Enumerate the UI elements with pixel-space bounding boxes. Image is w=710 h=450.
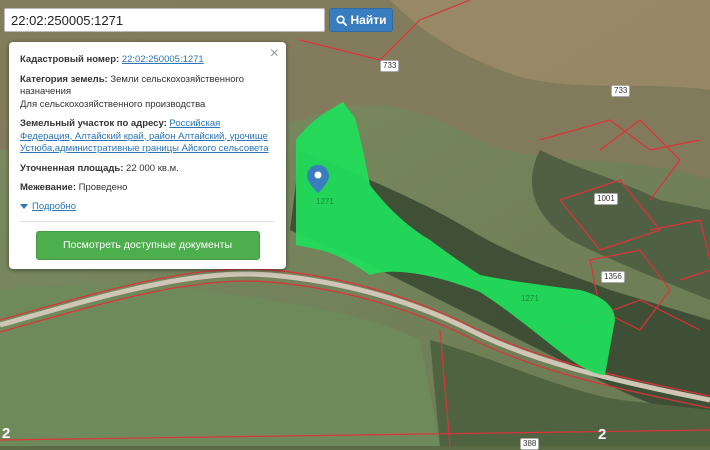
- neighbor-label: 1356: [601, 271, 625, 283]
- view-documents-button[interactable]: Посмотреть доступные документы: [35, 231, 260, 260]
- cadastral-row: Кадастровый номер: 22:02:250005:1271: [20, 54, 275, 67]
- area-label: Уточненная площадь:: [20, 162, 124, 174]
- neighbor-label: 388: [520, 438, 540, 450]
- area-value: 22 000 кв.м.: [126, 162, 179, 174]
- area-row: Уточненная площадь: 22 000 кв.м.: [20, 163, 275, 176]
- survey-value: Проведено: [78, 182, 128, 193]
- address-row: Земельный участок по адресу: Российская …: [20, 118, 275, 156]
- cadastral-label: Кадастровый номер:: [20, 54, 120, 65]
- more-details-link[interactable]: Подробно: [32, 201, 76, 214]
- edge-number: 2: [598, 426, 607, 443]
- search-input[interactable]: [4, 8, 325, 32]
- edge-number: 2: [2, 425, 11, 442]
- address-label: Земельный участок по адресу:: [20, 118, 167, 129]
- caret-down-icon: [20, 204, 28, 210]
- cadastral-number-link[interactable]: 22:02:250005:1271: [122, 54, 204, 65]
- search-icon: [335, 14, 347, 26]
- category-sub: Для сельскохозяйственного производства: [20, 98, 206, 110]
- neighbor-label: 1001: [594, 193, 618, 205]
- popup-divider: [20, 221, 275, 222]
- survey-row: Межевание: Проведено: [20, 182, 275, 195]
- parcel-label: 1271: [316, 197, 334, 206]
- parcel-label: 1271: [521, 294, 539, 303]
- category-label: Категория земель:: [20, 73, 108, 85]
- category-row: Категория земель: Земли сельскохозяйстве…: [20, 74, 275, 112]
- search-button-label: Найти: [350, 13, 387, 27]
- search-button[interactable]: Найти: [329, 8, 393, 32]
- more-details-toggle[interactable]: Подробно: [20, 201, 275, 214]
- neighbor-label: 733: [611, 85, 631, 97]
- neighbor-label: 733: [380, 60, 400, 72]
- close-icon[interactable]: ×: [270, 46, 279, 62]
- parcel-info-popup: × Кадастровый номер: 22:02:250005:1271 К…: [9, 42, 286, 269]
- survey-label: Межевание:: [20, 182, 76, 193]
